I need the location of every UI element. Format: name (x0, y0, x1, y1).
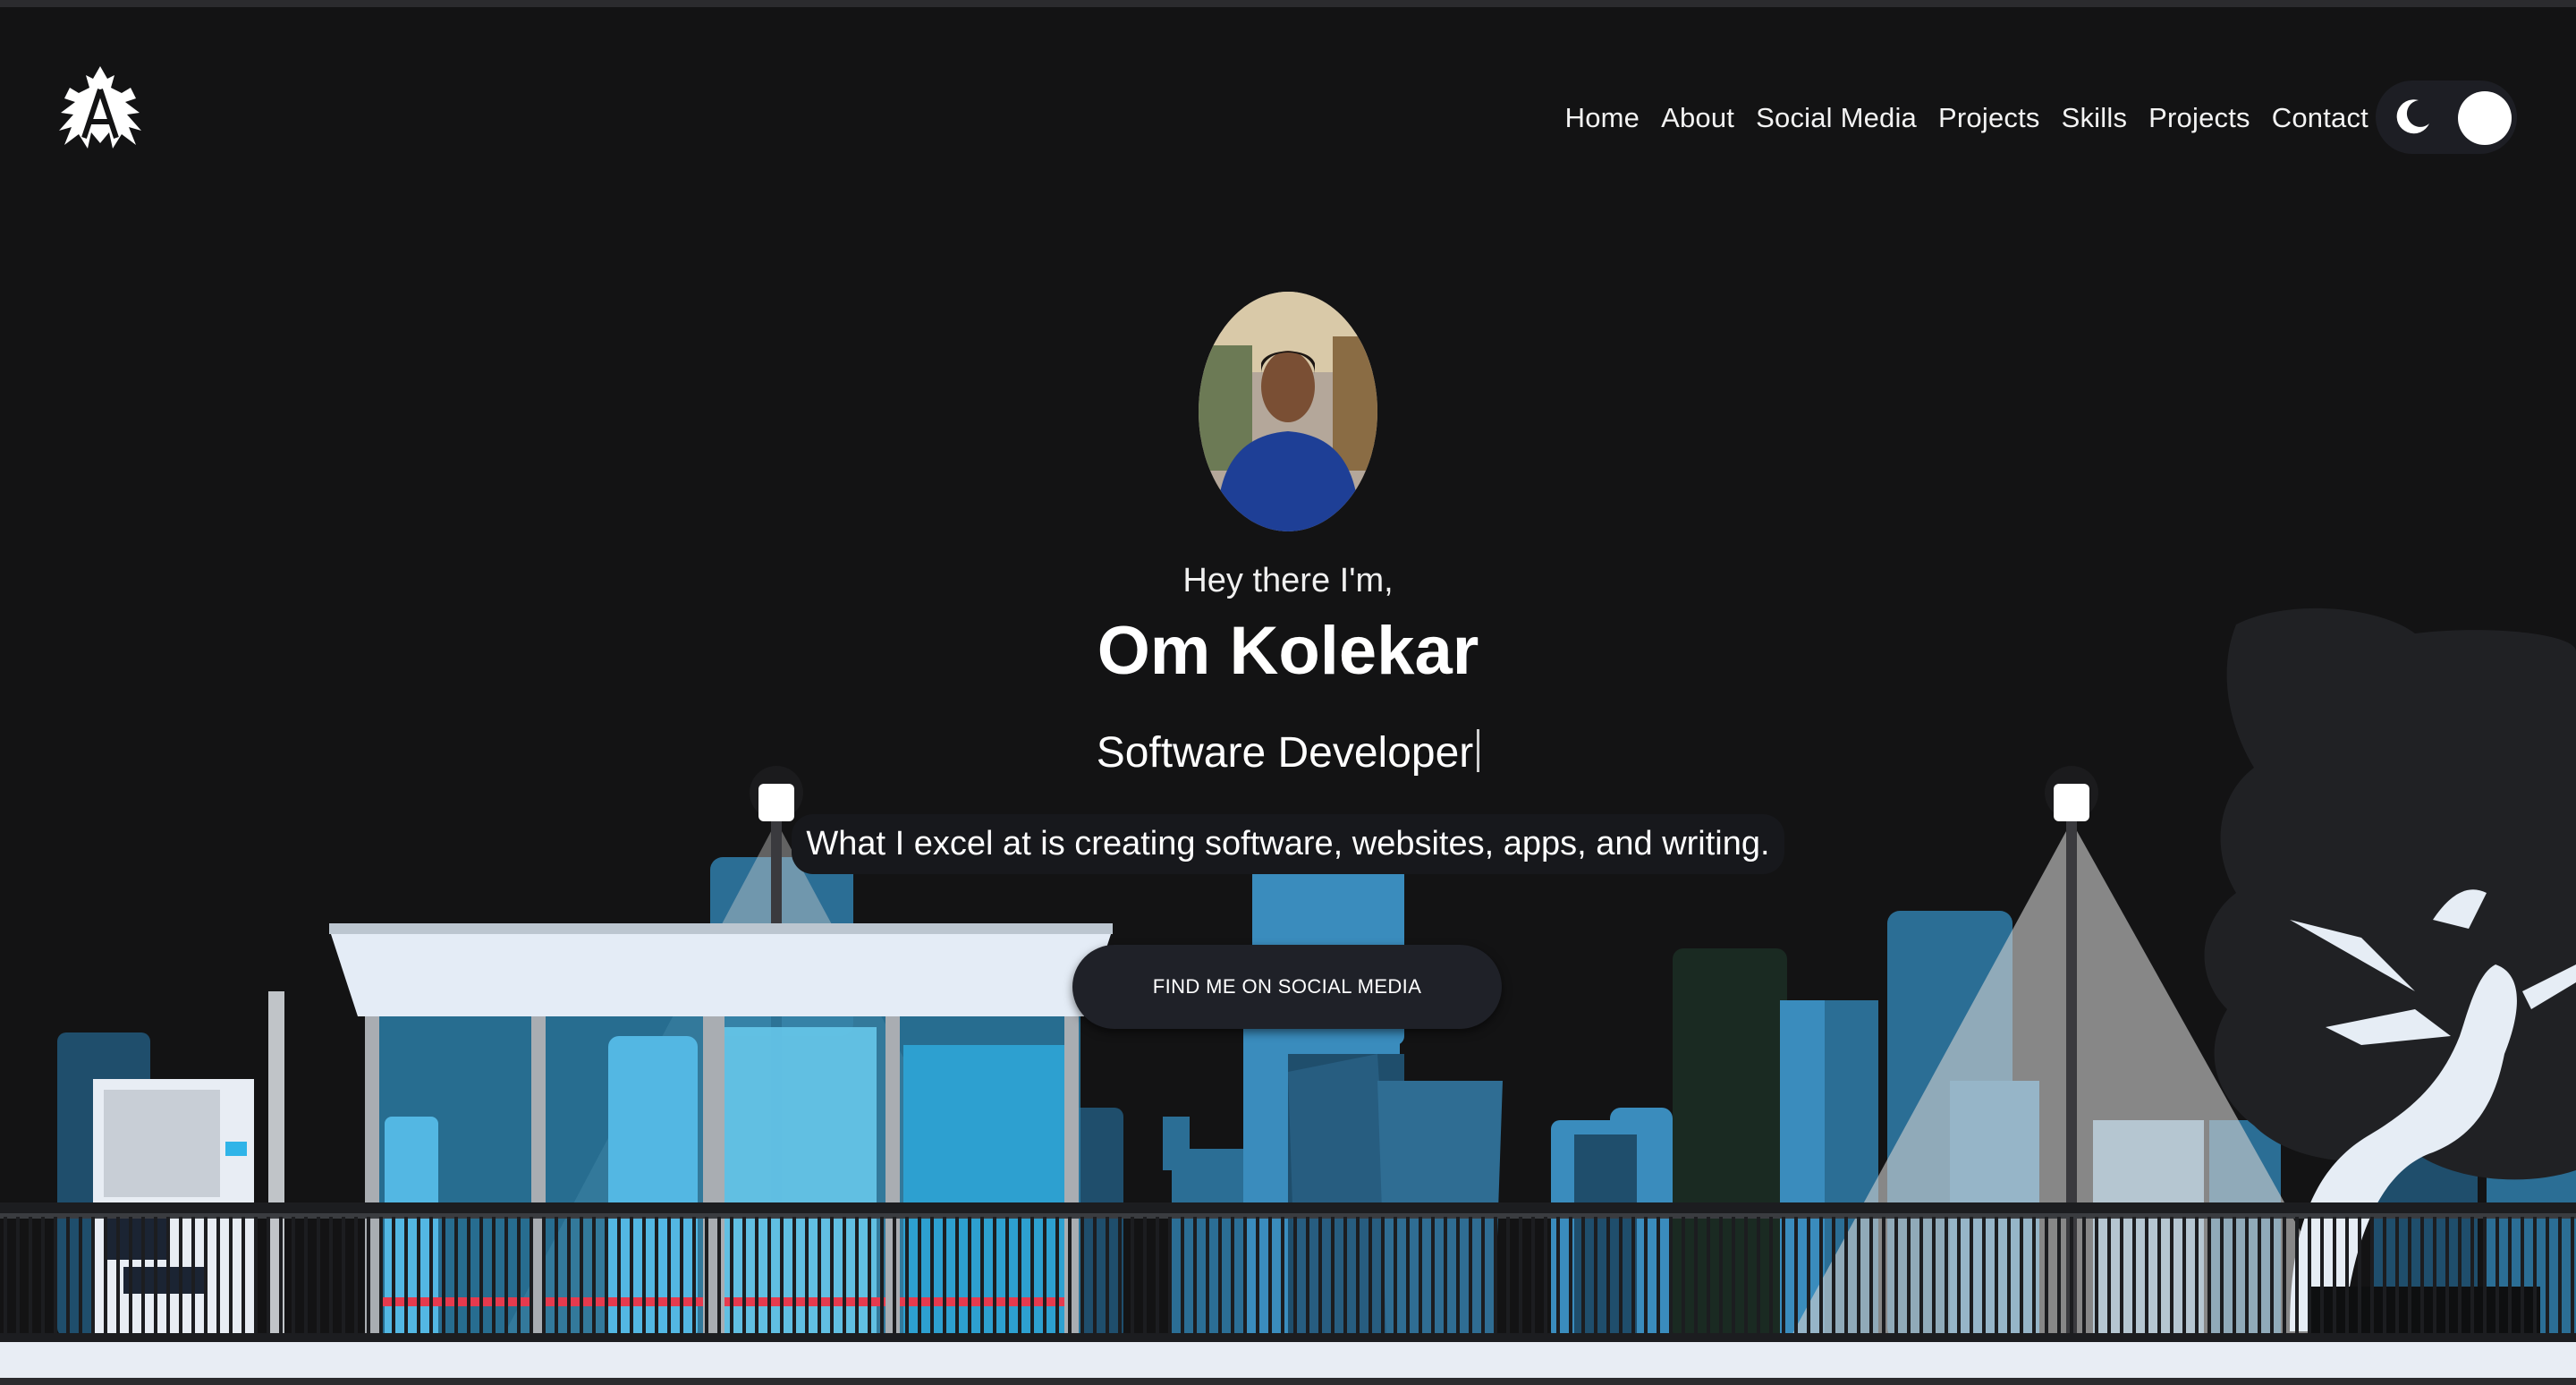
nav-projects-2[interactable]: Projects (2148, 102, 2250, 134)
main-nav: Home About Social Media Projects Skills … (1565, 97, 2368, 140)
nav-social-media[interactable]: Social Media (1756, 102, 1917, 134)
typing-caret (1477, 729, 1480, 772)
hero-tagline: What I excel at is creating software, we… (792, 814, 1784, 874)
social-media-button[interactable]: FIND ME ON SOCIAL MEDIA (1072, 945, 1502, 1029)
hero-role: Software Developer (0, 728, 2576, 777)
avatar (1199, 292, 1377, 531)
window-bottom-border (0, 1378, 2576, 1385)
nav-home[interactable]: Home (1565, 102, 1640, 134)
theme-toggle[interactable] (2376, 81, 2517, 154)
hero-name: Om Kolekar (1097, 613, 1479, 689)
page: Home About Social Media Projects Skills … (0, 7, 2576, 1378)
nav-about[interactable]: About (1661, 102, 1734, 134)
window-top-border (0, 0, 2576, 7)
logo[interactable] (52, 63, 148, 165)
hero-tagline-wrap: What I excel at is creating software, we… (0, 814, 2576, 874)
hero-role-text: Software Developer (1096, 729, 1474, 777)
nav-projects[interactable]: Projects (1938, 102, 2040, 134)
hero-greeting: Hey there I'm, (1182, 562, 1394, 599)
city-skyline-illustration (0, 608, 2576, 1378)
nav-contact[interactable]: Contact (2272, 102, 2368, 134)
toggle-knob (2458, 91, 2512, 145)
moon-icon (2396, 99, 2429, 134)
nav-skills[interactable]: Skills (2062, 102, 2128, 134)
